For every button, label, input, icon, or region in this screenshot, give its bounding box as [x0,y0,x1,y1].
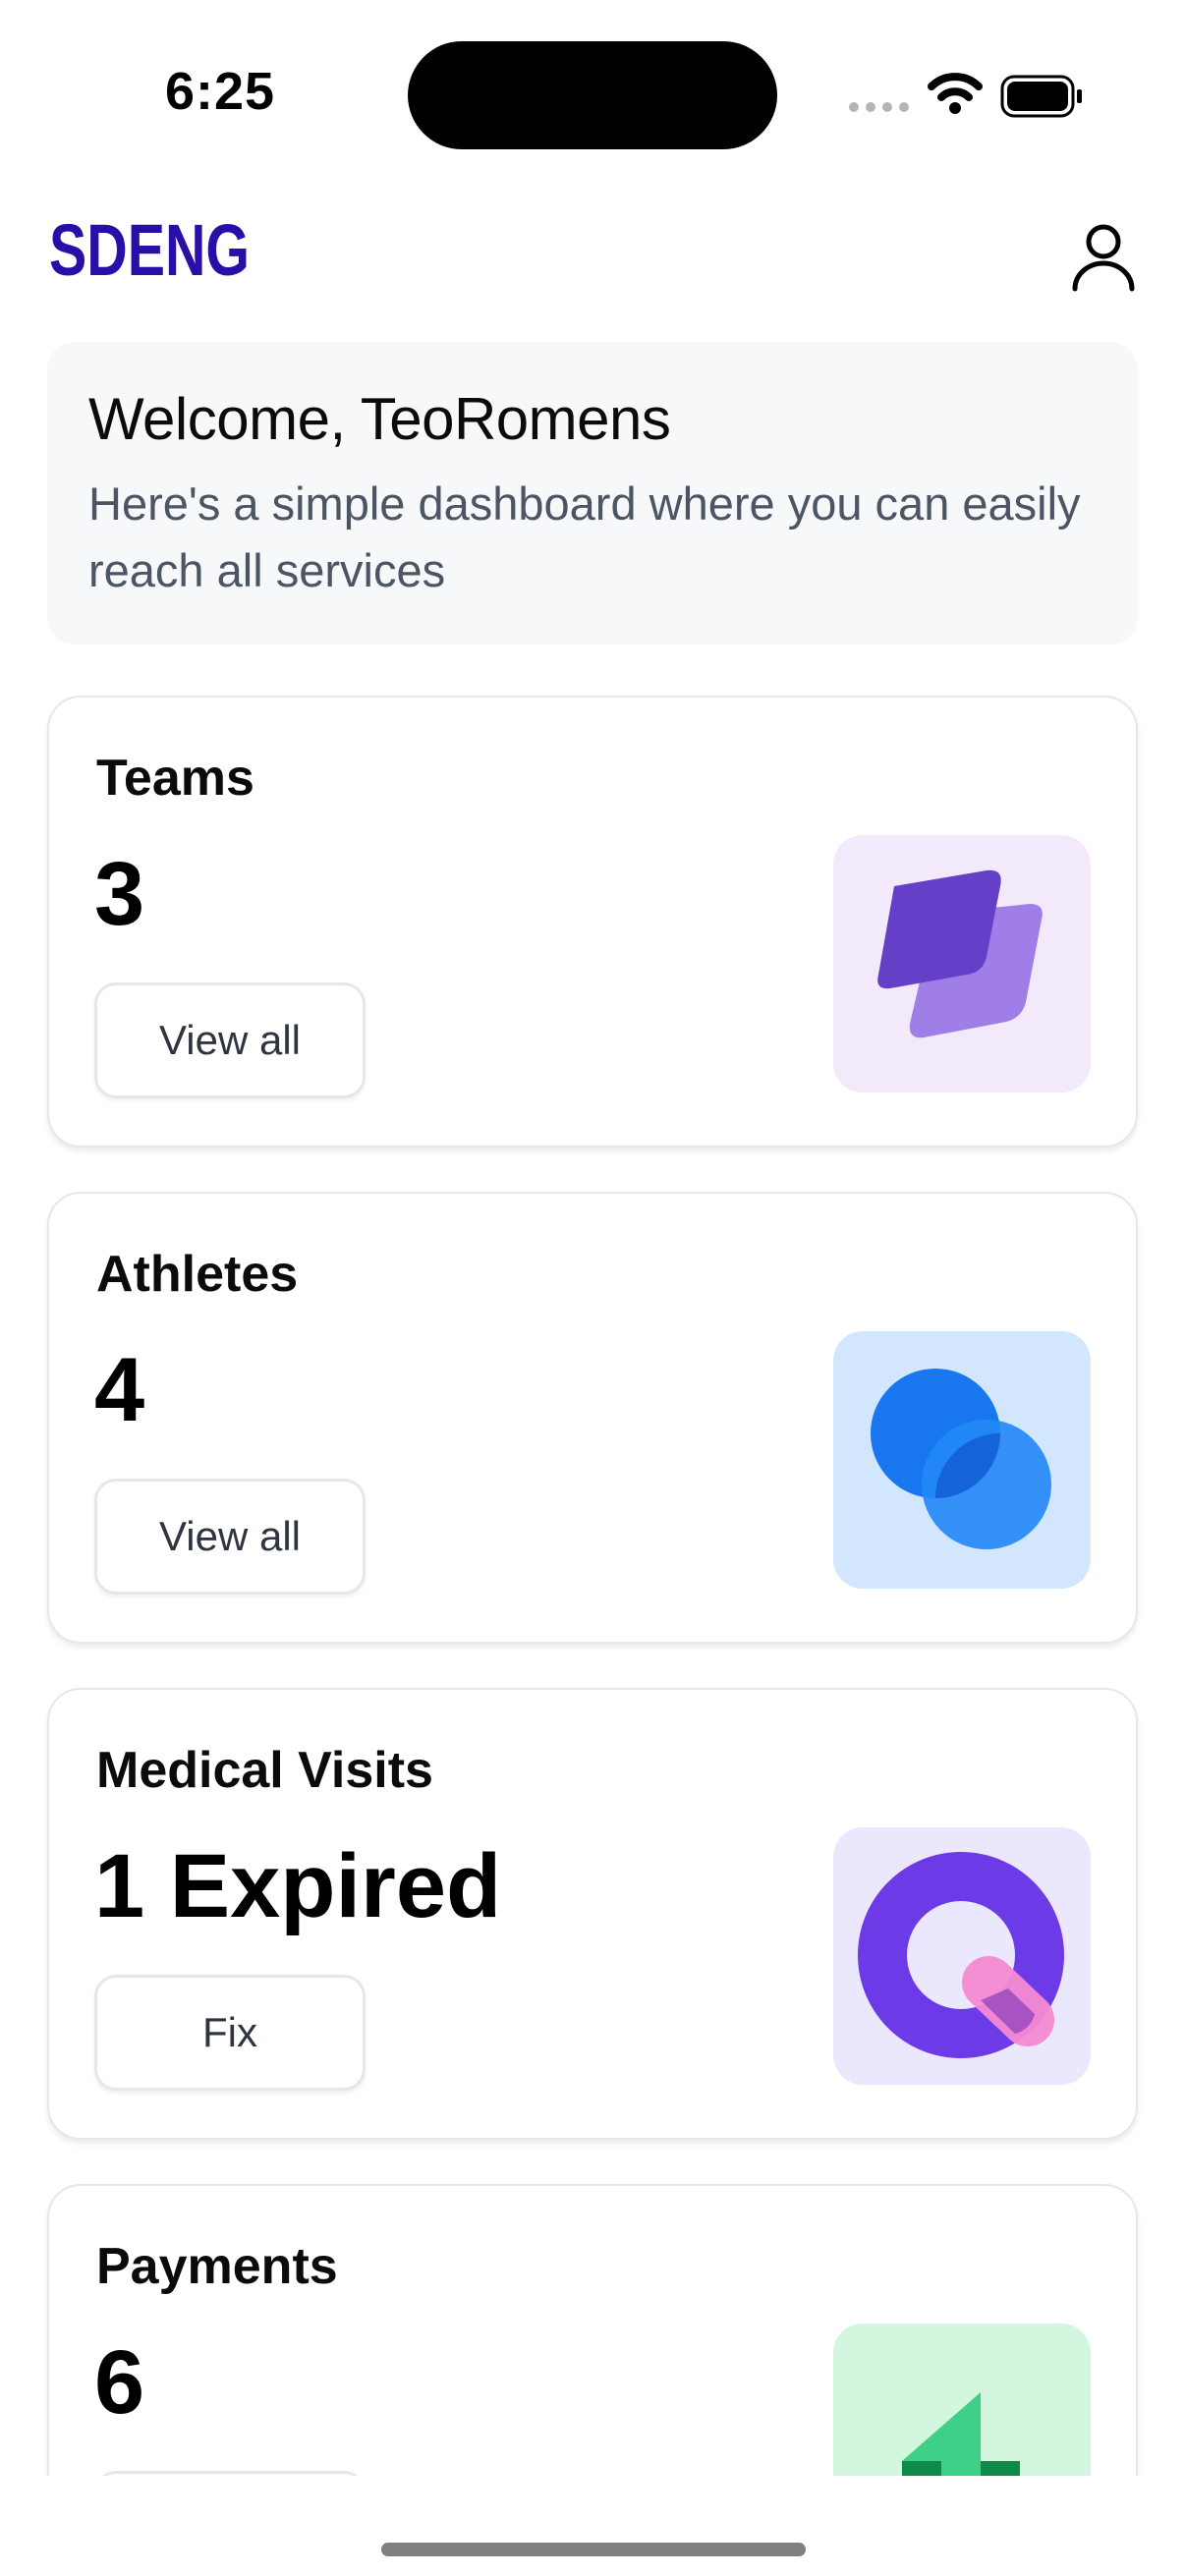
dashboard-cards[interactable]: Teams 3 View all Athletes 4 View all Med… [0,678,1185,2476]
profile-icon[interactable] [1069,220,1138,295]
medical-visits-card[interactable]: Medical Visits 1 Expired Fix [47,1688,1138,2140]
dynamic-island [408,41,777,149]
card-title: Athletes [96,1246,299,1303]
teams-card[interactable]: Teams 3 View all [47,696,1138,1148]
card-title: Teams [96,750,254,807]
svg-text:SDENG: SDENG [49,212,250,291]
view-all-athletes-button[interactable]: View all [94,1479,366,1595]
battery-icon [1000,75,1082,118]
card-title: Medical Visits [96,1742,433,1799]
home-indicator[interactable] [381,2543,806,2556]
payments-chart-icon [833,2324,1091,2476]
card-value: 1 Expired [94,1836,502,1936]
wifi-icon [928,73,983,114]
app-header: SDENG [0,206,1185,305]
cellular-signal-icon [849,102,909,112]
card-value: 4 [94,1340,145,1440]
card-value: 6 [94,2332,145,2433]
athletes-circles-icon [833,1331,1091,1589]
welcome-subtitle: Here's a simple dashboard where you can … [88,477,1081,596]
status-time: 6:25 [165,62,276,121]
welcome-banner: Welcome, TeoRomens Here's a simple dashb… [47,342,1138,644]
welcome-title: Welcome, TeoRomens [88,386,671,452]
view-all-payments-button[interactable] [94,2471,366,2476]
payments-card[interactable]: Payments 6 [47,2184,1138,2476]
fix-medical-visits-button[interactable]: Fix [94,1975,366,2091]
medical-visits-icon [833,1827,1091,2085]
view-all-teams-button[interactable]: View all [94,982,366,1098]
athletes-card[interactable]: Athletes 4 View all [47,1192,1138,1644]
sdeng-logo[interactable]: SDENG [49,212,255,291]
status-bar: 6:25 [0,0,1185,187]
teams-layers-icon [833,835,1091,1092]
card-title: Payments [96,2238,338,2295]
card-value: 3 [94,844,145,944]
